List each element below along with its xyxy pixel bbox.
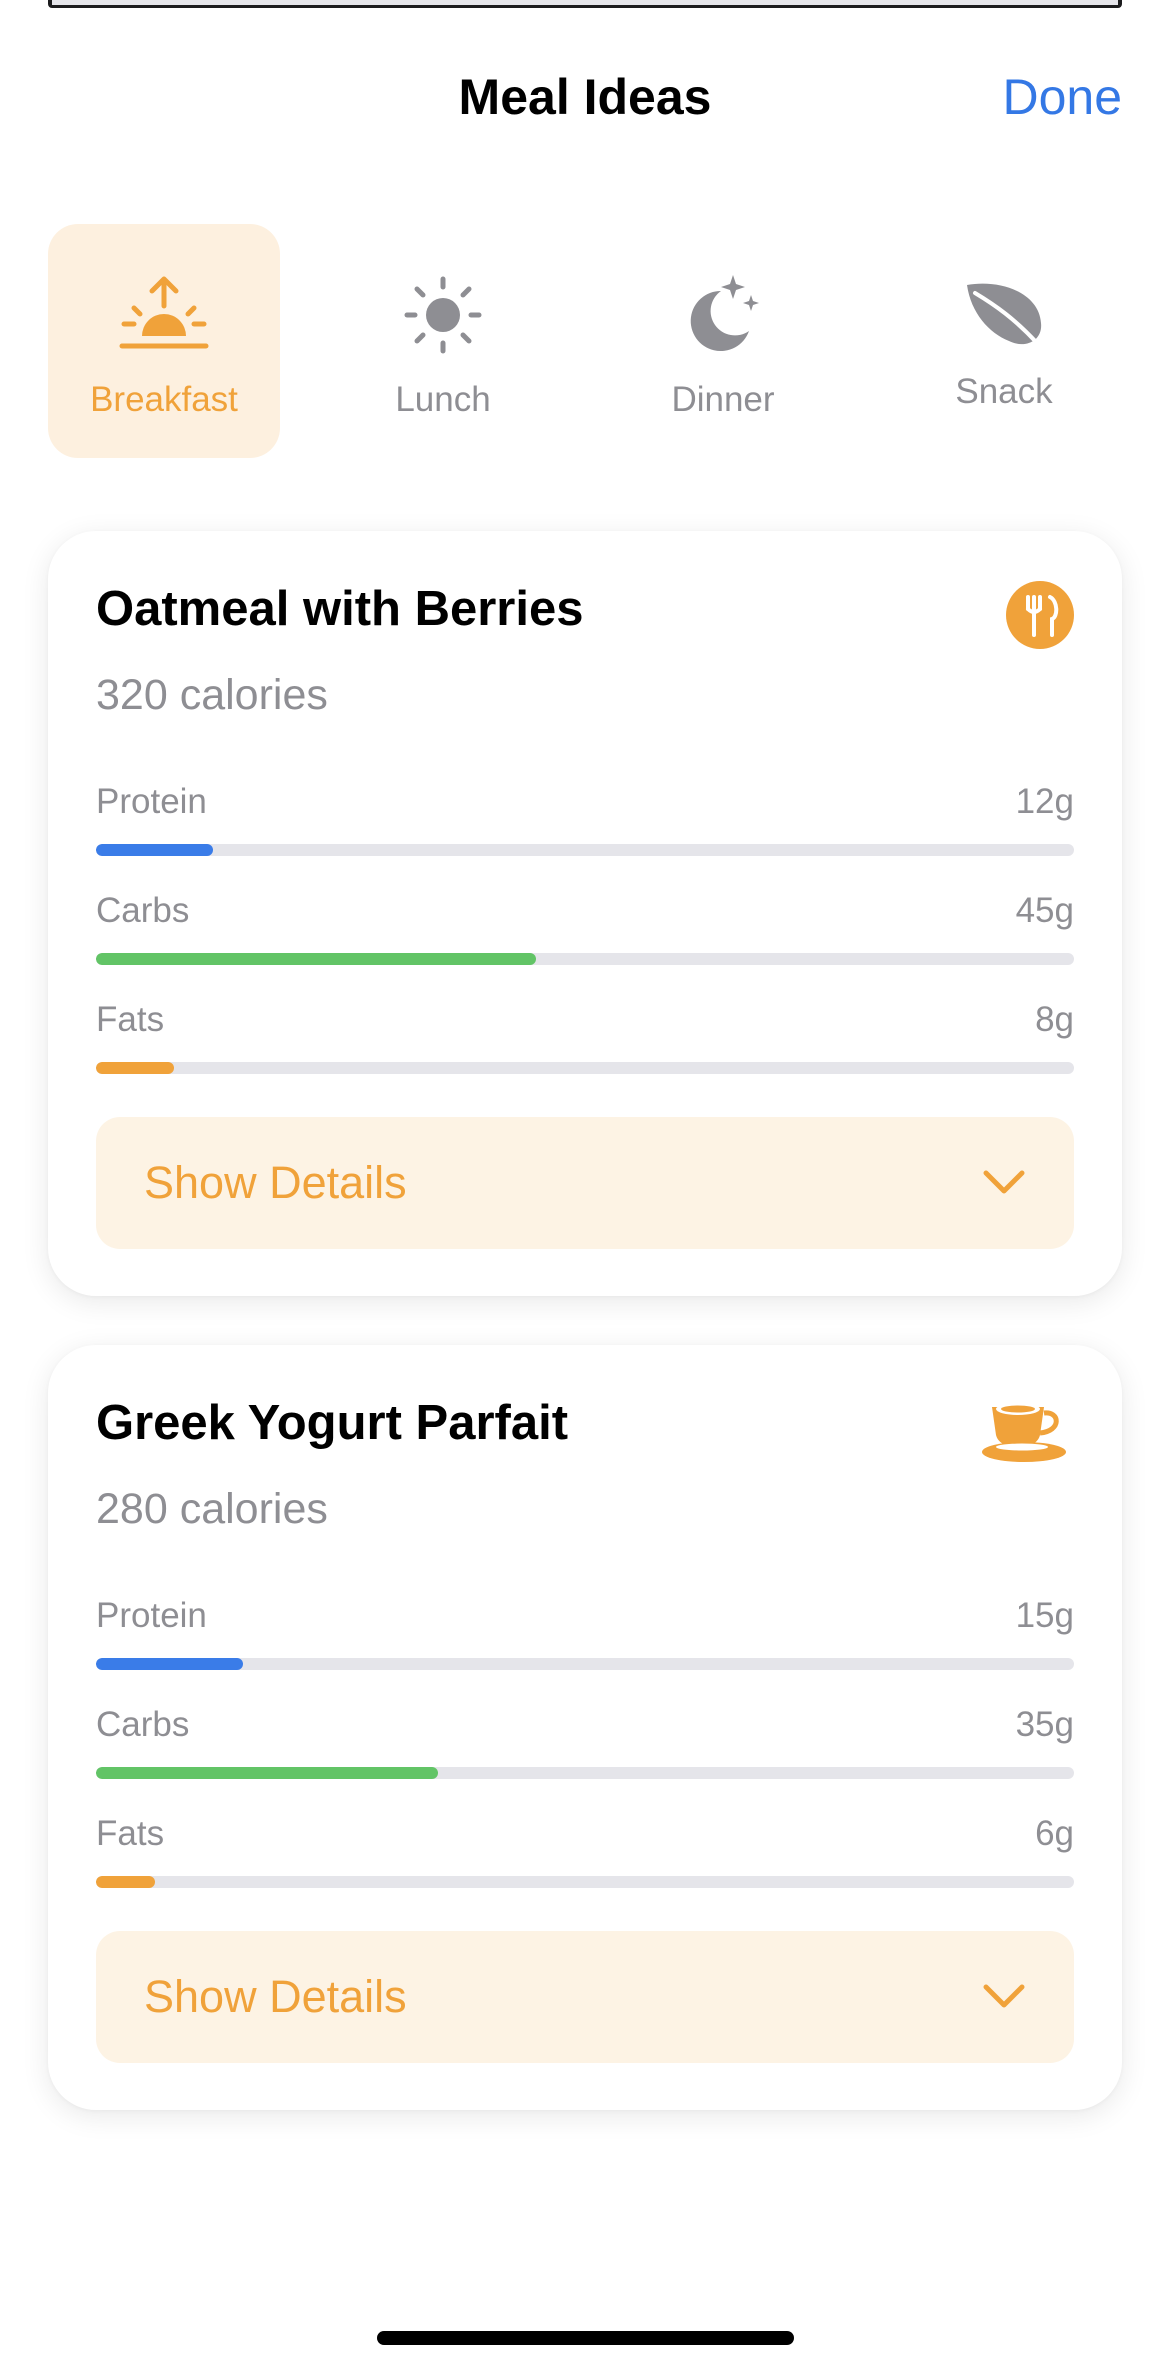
meal-name: Oatmeal with Berries bbox=[96, 582, 584, 636]
macro-track bbox=[96, 844, 1074, 856]
tab-label: Breakfast bbox=[90, 380, 238, 419]
done-button[interactable]: Done bbox=[1002, 68, 1122, 126]
page-title: Meal Ideas bbox=[458, 69, 712, 125]
chevron-down-icon bbox=[982, 1163, 1026, 1203]
macro-value: 6g bbox=[1035, 1814, 1074, 1853]
macro-value: 12g bbox=[1015, 782, 1074, 821]
macro-track bbox=[96, 1876, 1074, 1888]
sunrise-icon bbox=[48, 260, 280, 370]
macro-value: 45g bbox=[1015, 891, 1074, 930]
macro-label: Protein bbox=[96, 782, 207, 821]
show-details-label: Show Details bbox=[144, 1157, 407, 1208]
meal-card: Oatmeal with Berries 320 calories Protei… bbox=[48, 531, 1122, 1296]
home-indicator bbox=[377, 2331, 794, 2345]
meal-card: Greek Yogurt Parfait 280 calories Protei… bbox=[48, 1345, 1122, 2110]
meal-name: Greek Yogurt Parfait bbox=[96, 1396, 569, 1450]
macro-track bbox=[96, 1767, 1074, 1779]
macro-value: 15g bbox=[1015, 1596, 1074, 1635]
meal-calories: 320 calories bbox=[96, 671, 328, 719]
macro-track bbox=[96, 953, 1074, 965]
macro-label: Fats bbox=[96, 1814, 165, 1853]
sheet-backdrop-edge-inner bbox=[52, 0, 1118, 5]
macro-fats: Fats 8g bbox=[96, 1000, 1074, 1080]
show-details-label: Show Details bbox=[144, 1971, 407, 2022]
sun-icon bbox=[327, 260, 559, 370]
macro-value: 35g bbox=[1015, 1705, 1074, 1744]
meal-type-tabs: Breakfast Lunch Dinner Snack bbox=[48, 224, 1122, 458]
macro-label: Carbs bbox=[96, 891, 190, 930]
meal-calories: 280 calories bbox=[96, 1485, 328, 1533]
moon-stars-icon bbox=[607, 260, 839, 370]
macro-label: Fats bbox=[96, 1000, 165, 1039]
show-details-button[interactable]: Show Details bbox=[96, 1117, 1074, 1249]
macro-carbs: Carbs 35g bbox=[96, 1705, 1074, 1785]
tab-lunch[interactable]: Lunch bbox=[327, 224, 559, 458]
tab-dinner[interactable]: Dinner bbox=[607, 224, 839, 458]
tab-breakfast[interactable]: Breakfast bbox=[48, 224, 280, 458]
tab-label: Lunch bbox=[395, 380, 491, 419]
macro-track bbox=[96, 1658, 1074, 1670]
fork-knife-icon bbox=[1006, 581, 1074, 649]
macro-fill bbox=[96, 1062, 175, 1074]
macro-value: 8g bbox=[1035, 1000, 1074, 1039]
macro-protein: Protein 15g bbox=[96, 1596, 1074, 1676]
macro-protein: Protein 12g bbox=[96, 782, 1074, 862]
macro-fill bbox=[96, 1767, 439, 1779]
macro-fill bbox=[96, 953, 537, 965]
macro-label: Protein bbox=[96, 1596, 207, 1635]
macro-track bbox=[96, 1062, 1074, 1074]
macro-fill bbox=[96, 1658, 243, 1670]
leaf-icon bbox=[888, 260, 1120, 370]
macro-fats: Fats 6g bbox=[96, 1814, 1074, 1894]
macro-fill bbox=[96, 1876, 155, 1888]
tab-label: Snack bbox=[955, 372, 1053, 411]
macro-label: Carbs bbox=[96, 1705, 190, 1744]
macro-carbs: Carbs 45g bbox=[96, 891, 1074, 971]
tab-snack[interactable]: Snack bbox=[888, 224, 1120, 458]
show-details-button[interactable]: Show Details bbox=[96, 1931, 1074, 2063]
tab-label: Dinner bbox=[671, 380, 775, 419]
cup-saucer-icon bbox=[980, 1397, 1068, 1465]
chevron-down-icon bbox=[982, 1977, 1026, 2017]
macro-fill bbox=[96, 844, 214, 856]
